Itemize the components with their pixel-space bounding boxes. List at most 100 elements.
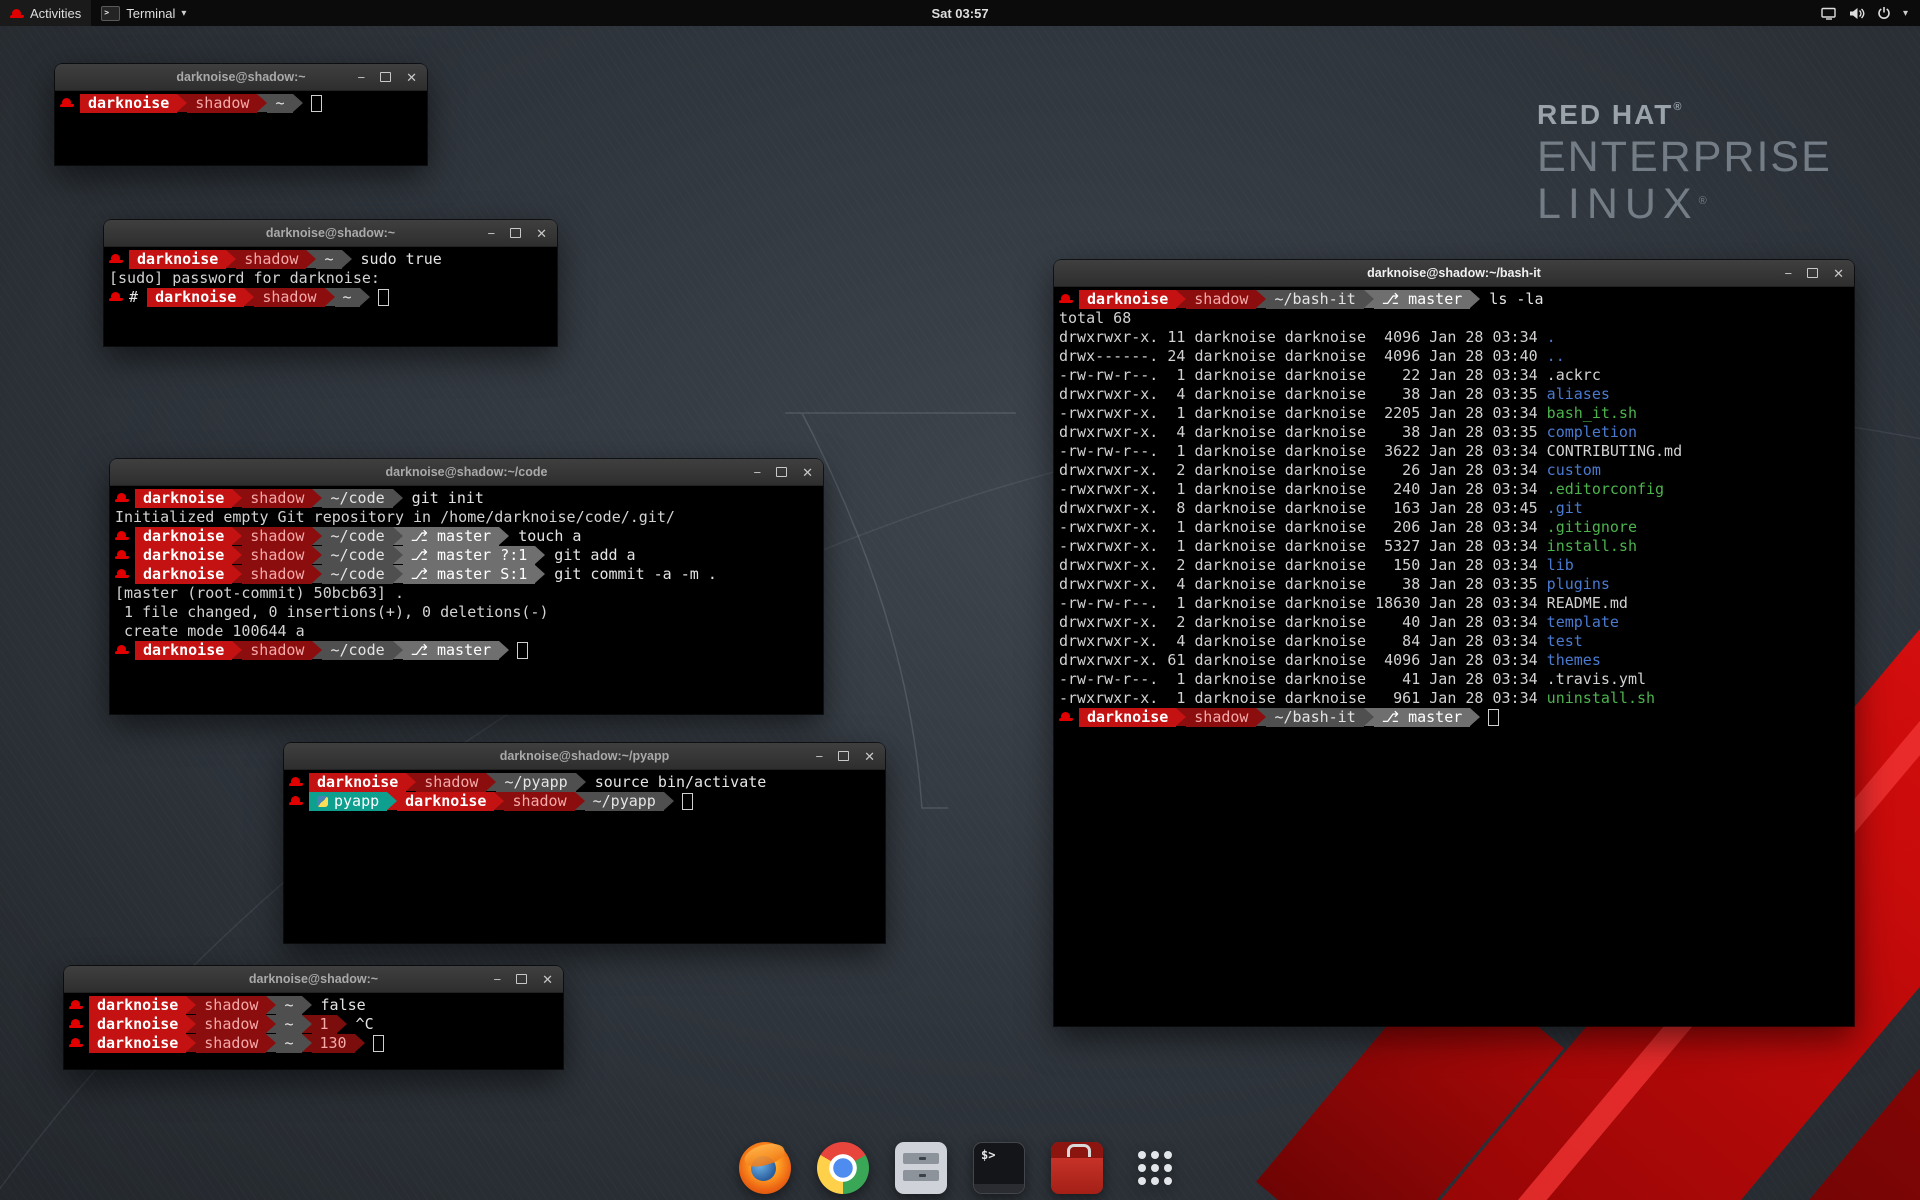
terminal-content[interactable]: darknoiseshadow~/pyapp source bin/activa…: [284, 770, 885, 947]
terminal-content[interactable]: darknoiseshadow~: [55, 91, 427, 169]
terminal-text: sudo true: [352, 250, 442, 268]
prompt-segment: shadow: [504, 792, 574, 811]
dock-icon-chrome[interactable]: [817, 1142, 869, 1194]
window-titlebar[interactable]: darknoise@shadow:~/bash-it−✕: [1054, 260, 1854, 287]
powerline-arrow: [393, 489, 403, 507]
powerline-arrow: [325, 288, 335, 306]
window-buttons: −✕: [1785, 260, 1845, 286]
powerline-arrow: [257, 94, 267, 112]
terminal-text: drwxrwxr-x. 4 darknoise darknoise 38 Jan…: [1059, 423, 1547, 441]
terminal-text: touch a: [509, 527, 581, 545]
powerline-arrow: [177, 94, 187, 112]
terminal-line: drwxrwxr-x. 4 darknoise darknoise 84 Jan…: [1059, 632, 1854, 651]
powerline-arrow: [266, 996, 276, 1014]
terminal-content[interactable]: darknoiseshadow~/bash-it⎇ master ls -lat…: [1054, 287, 1854, 1030]
maximize-button[interactable]: [776, 467, 787, 477]
desktop: { "topbar": { "activities_label": "Activ…: [0, 0, 1920, 1200]
terminal-text: git init: [403, 489, 484, 507]
terminal-cursor: [517, 642, 528, 659]
prompt-segment: pyapp: [309, 792, 387, 811]
prompt-segment: shadow: [254, 288, 324, 307]
terminal-line: -rwxrwxr-x. 1 darknoise darknoise 206 Ja…: [1059, 518, 1854, 537]
maximize-button[interactable]: [516, 974, 527, 984]
close-button[interactable]: ✕: [864, 750, 875, 763]
terminal-text: -rwxrwxr-x. 1 darknoise darknoise 240 Ja…: [1059, 480, 1547, 498]
rhel-wallpaper-branding: RED HAT® ENTERPRISE LINUX®: [1537, 100, 1832, 227]
prompt-segment: darknoise: [135, 527, 232, 546]
close-button[interactable]: ✕: [542, 973, 553, 986]
terminal-content[interactable]: darknoiseshadow~/code git initInitialize…: [110, 486, 823, 718]
prompt-segment: 1: [312, 1015, 337, 1034]
prompt-segment: shadow: [1186, 290, 1256, 309]
brand-linux: LINUX®: [1537, 181, 1832, 227]
terminal-line: -rwxrwxr-x. 1 darknoise darknoise 240 Ja…: [1059, 480, 1854, 499]
close-button[interactable]: ✕: [1833, 267, 1844, 280]
terminal-line: darknoiseshadow~/code git init: [115, 489, 823, 508]
activities-button[interactable]: Activities: [0, 0, 91, 26]
close-button[interactable]: ✕: [536, 227, 547, 240]
window-titlebar[interactable]: darknoise@shadow:~−✕: [64, 966, 563, 993]
window-titlebar[interactable]: darknoise@shadow:~/code − ✕: [110, 459, 823, 486]
registered-mark: ®: [1673, 101, 1683, 113]
minimize-button[interactable]: −: [358, 71, 366, 84]
prompt-segment: darknoise: [89, 1034, 186, 1053]
redhat-prompt-icon: [115, 565, 130, 584]
powerline-arrow: [306, 250, 316, 268]
terminal-text: -rwxrwxr-x. 1 darknoise darknoise 5327 J…: [1059, 537, 1547, 555]
top-bar: Activities > Terminal ▾ Sat 03:57 ▾: [0, 0, 1920, 26]
dock-icon-terminal[interactable]: [973, 1142, 1025, 1194]
terminal-line: drwx------. 24 darknoise darknoise 4096 …: [1059, 347, 1854, 366]
minimize-button[interactable]: −: [488, 227, 496, 240]
maximize-button[interactable]: [510, 228, 521, 238]
minimize-button[interactable]: −: [494, 973, 502, 986]
window-titlebar[interactable]: darknoise@shadow:~−✕: [55, 64, 427, 91]
dock-icon-app-grid[interactable]: [1129, 1142, 1181, 1194]
system-status-area[interactable]: ▾: [1813, 0, 1916, 26]
terminal-text: ^C: [347, 1015, 374, 1033]
window-title: darknoise@shadow:~/code: [386, 465, 548, 479]
minimize-button[interactable]: −: [754, 466, 762, 479]
maximize-button[interactable]: [1807, 268, 1818, 278]
terminal-text: drwxrwxr-x. 4 darknoise darknoise 84 Jan…: [1059, 632, 1547, 650]
terminal-line: # darknoiseshadow~: [109, 288, 557, 307]
powerline-arrow: [355, 1034, 365, 1052]
redhat-prompt-icon: [69, 1034, 84, 1053]
close-button[interactable]: ✕: [802, 466, 813, 479]
terminal-content[interactable]: darknoiseshadow~ falsedarknoiseshadow~1 …: [64, 993, 563, 1073]
app-menu-terminal[interactable]: > Terminal ▾: [91, 0, 196, 26]
redhat-logo-icon: [10, 7, 24, 19]
dock-icon-toolbox[interactable]: [1051, 1142, 1103, 1194]
terminal-line: drwxrwxr-x. 2 darknoise darknoise 150 Ja…: [1059, 556, 1854, 575]
powerline-arrow: [244, 288, 254, 306]
prompt-segment: darknoise: [1079, 708, 1176, 727]
maximize-button[interactable]: [380, 72, 391, 82]
powerline-arrow: [226, 250, 236, 268]
maximize-button[interactable]: [838, 751, 849, 761]
dock-icon-files[interactable]: [895, 1142, 947, 1194]
terminal-text: drwxrwxr-x. 4 darknoise darknoise 38 Jan…: [1059, 385, 1547, 403]
powerline-arrow: [186, 996, 196, 1014]
window-buttons: −✕: [488, 220, 548, 246]
window-buttons: −✕: [494, 966, 554, 992]
window-titlebar[interactable]: darknoise@shadow:~/pyapp−✕: [284, 743, 885, 770]
redhat-prompt-icon: [289, 792, 304, 811]
terminal-text: drwxrwxr-x. 8 darknoise darknoise 163 Ja…: [1059, 499, 1547, 517]
prompt-segment: ~/bash-it: [1266, 290, 1363, 309]
prompt-segment: ~/code: [322, 641, 392, 660]
terminal-line: drwxrwxr-x. 4 darknoise darknoise 38 Jan…: [1059, 423, 1854, 442]
prompt-segment: ~/code: [322, 565, 392, 584]
minimize-button[interactable]: −: [1785, 267, 1793, 280]
prompt-segment: ~/code: [322, 546, 392, 565]
close-button[interactable]: ✕: [406, 71, 417, 84]
redhat-prompt-icon: [289, 773, 304, 792]
terminal-content[interactable]: darknoiseshadow~ sudo true[sudo] passwor…: [104, 247, 557, 350]
redhat-prompt-icon: [60, 94, 75, 113]
terminal-text: lib: [1547, 556, 1574, 574]
terminal-text: drwx------. 24 darknoise darknoise 4096 …: [1059, 347, 1547, 365]
minimize-button[interactable]: −: [816, 750, 824, 763]
clock[interactable]: Sat 03:57: [931, 6, 988, 21]
powerline-arrow: [232, 641, 242, 659]
redhat-prompt-icon: [1059, 290, 1074, 309]
dock-icon-firefox[interactable]: [739, 1142, 791, 1194]
window-titlebar[interactable]: darknoise@shadow:~−✕: [104, 220, 557, 247]
